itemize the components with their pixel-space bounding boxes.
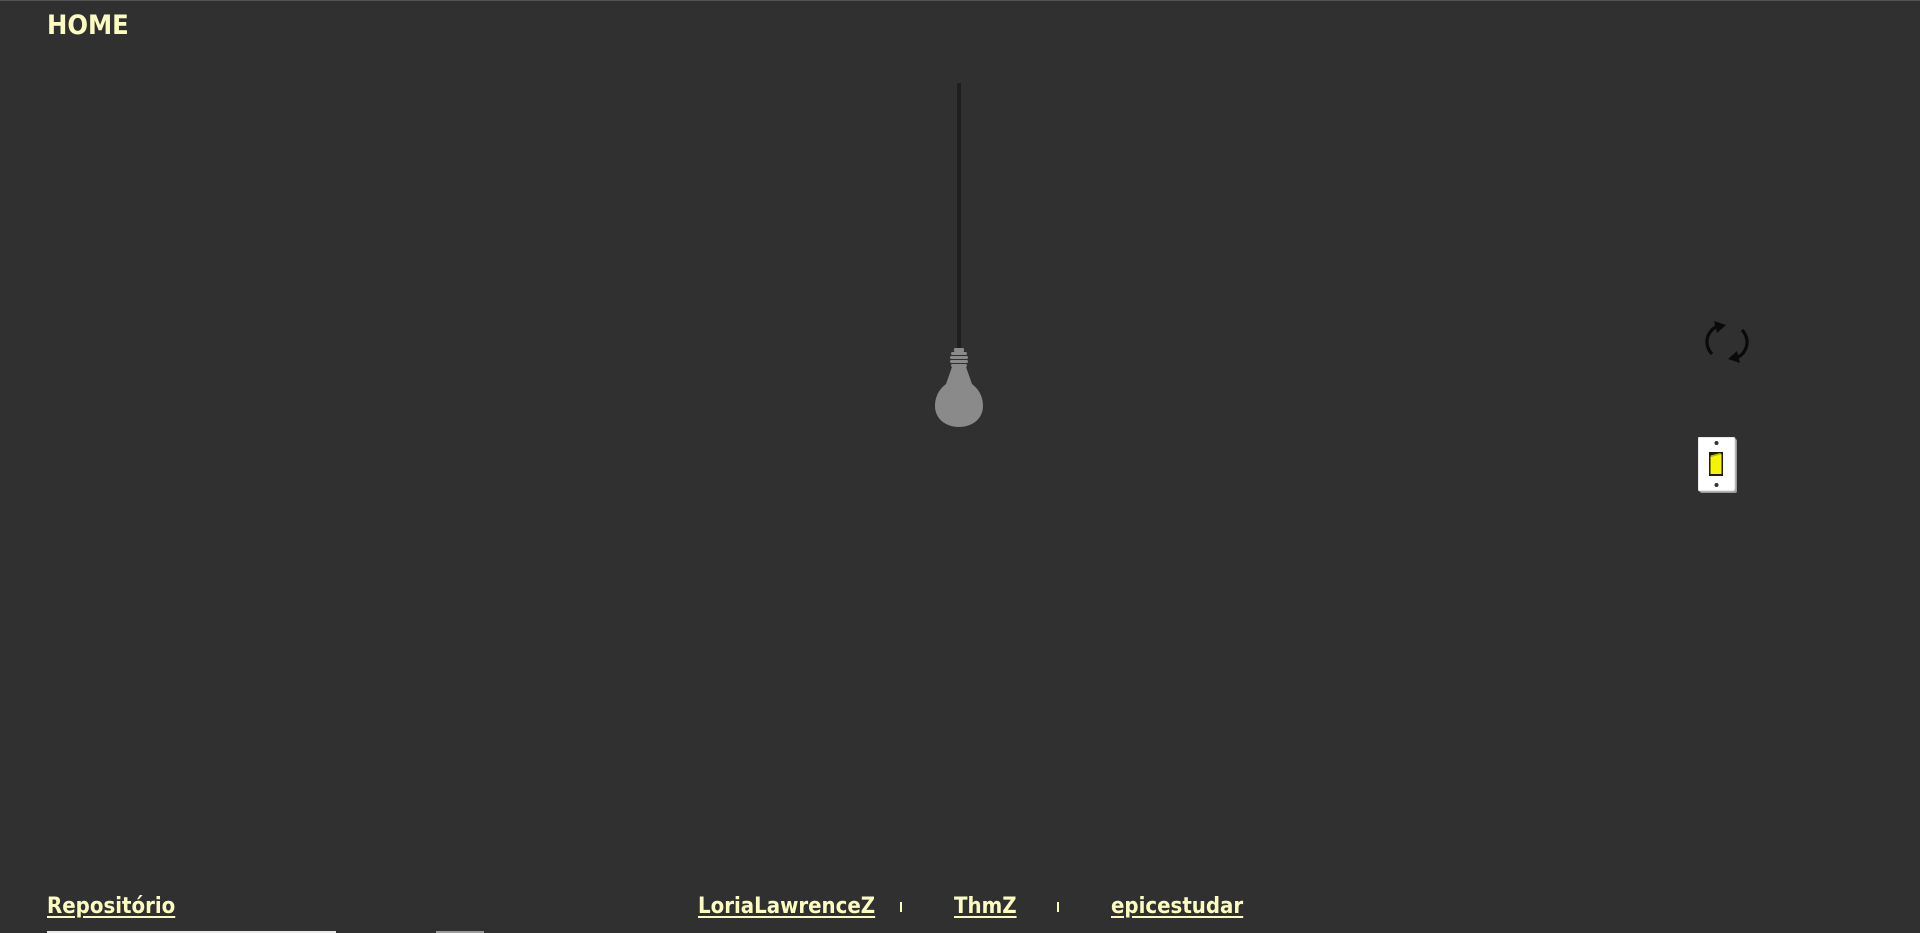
- refresh-icon[interactable]: [1702, 318, 1752, 366]
- repository-link[interactable]: Repositório: [47, 893, 175, 921]
- author-link-epicestudar[interactable]: epicestudar: [1111, 893, 1243, 921]
- home-link[interactable]: HOME: [47, 10, 129, 42]
- author-separator: [1057, 902, 1059, 912]
- author-separator: [900, 902, 902, 912]
- light-bulb-icon: [935, 348, 983, 427]
- author-link-thmz[interactable]: ThmZ: [954, 893, 1017, 921]
- author-link-loria[interactable]: LoriaLawrenceZ: [698, 893, 875, 921]
- lamp-cord: [957, 83, 961, 353]
- top-border: [0, 0, 1920, 1]
- light-switch-icon[interactable]: [1698, 437, 1738, 494]
